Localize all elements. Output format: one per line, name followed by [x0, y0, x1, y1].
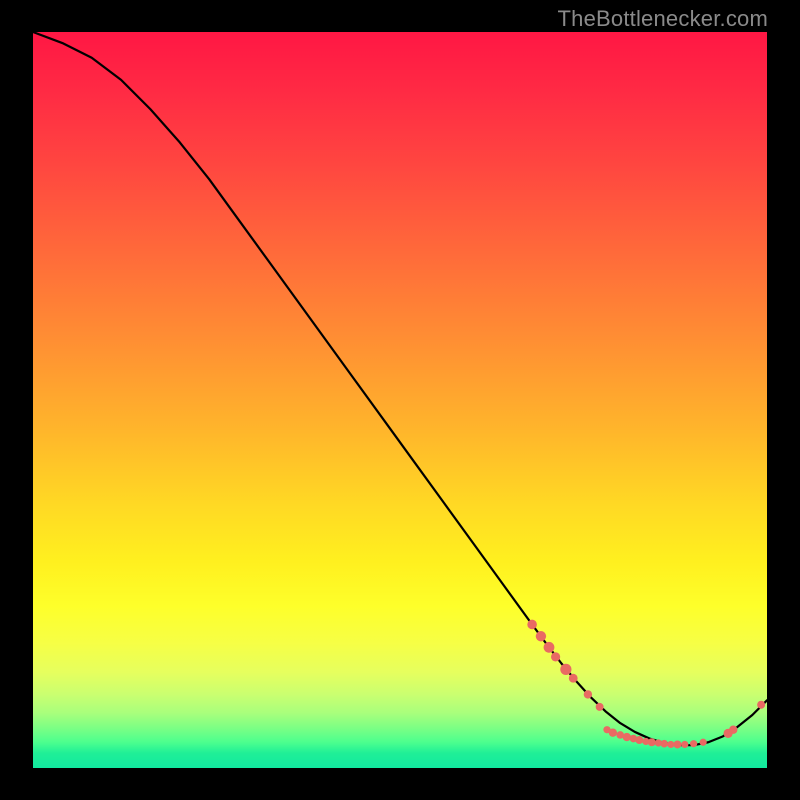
plot-area: [33, 32, 767, 768]
data-point: [569, 674, 578, 683]
data-point: [635, 736, 643, 744]
data-point: [700, 739, 707, 746]
data-point: [536, 631, 546, 641]
data-points: [527, 620, 765, 749]
data-point: [660, 740, 668, 748]
data-point: [584, 690, 592, 698]
data-point: [544, 642, 555, 653]
curve-svg: [33, 32, 767, 768]
data-point: [609, 728, 617, 736]
data-point: [667, 741, 674, 748]
data-point: [551, 652, 560, 661]
data-point: [648, 738, 656, 746]
data-point: [596, 703, 604, 711]
data-point: [757, 701, 765, 709]
data-point: [729, 726, 737, 734]
data-point: [690, 740, 697, 747]
watermark-text: TheBottlenecker.com: [558, 6, 768, 32]
chart-frame: TheBottlenecker.com: [0, 0, 800, 800]
data-point: [527, 620, 537, 630]
data-point: [681, 741, 688, 748]
data-point: [673, 740, 681, 748]
data-point: [623, 733, 631, 741]
data-point: [560, 664, 571, 675]
bottleneck-curve: [33, 32, 767, 745]
